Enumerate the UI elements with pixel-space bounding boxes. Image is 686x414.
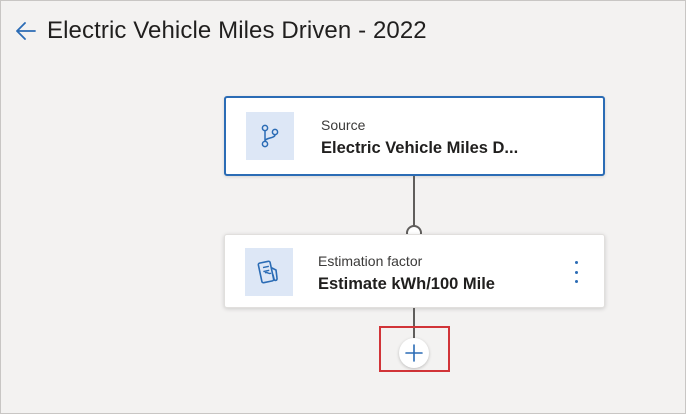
- connector-line-upper: [413, 176, 415, 226]
- source-icon-tile: [246, 112, 294, 160]
- estimation-factor-card[interactable]: Estimation factor Estimate kWh/100 Mile: [224, 234, 605, 308]
- source-label: Source: [321, 117, 366, 133]
- page-header: Electric Vehicle Miles Driven - 2022: [15, 17, 427, 45]
- branch-icon: [261, 124, 279, 148]
- plus-icon: [405, 344, 423, 362]
- designer-canvas: Electric Vehicle Miles Driven - 2022 Sou…: [0, 0, 686, 414]
- source-card[interactable]: Source Electric Vehicle Miles D...: [224, 96, 605, 176]
- estimation-card-text: Estimation factor Estimate kWh/100 Mile: [318, 252, 495, 295]
- back-button[interactable]: [15, 20, 37, 42]
- estimation-value: Estimate kWh/100 Mile: [318, 275, 495, 293]
- arrow-left-icon: [16, 22, 36, 40]
- fuel-pump-icon: [257, 260, 278, 284]
- estimation-label: Estimation factor: [318, 253, 423, 269]
- source-card-text: Source Electric Vehicle Miles D...: [321, 116, 518, 159]
- more-vertical-icon: [574, 261, 578, 264]
- more-options-button[interactable]: [570, 261, 582, 283]
- add-step-button[interactable]: [399, 338, 429, 368]
- estimation-icon-tile: [245, 248, 293, 296]
- page-title: Electric Vehicle Miles Driven - 2022: [47, 17, 427, 44]
- source-value: Electric Vehicle Miles D...: [321, 139, 519, 157]
